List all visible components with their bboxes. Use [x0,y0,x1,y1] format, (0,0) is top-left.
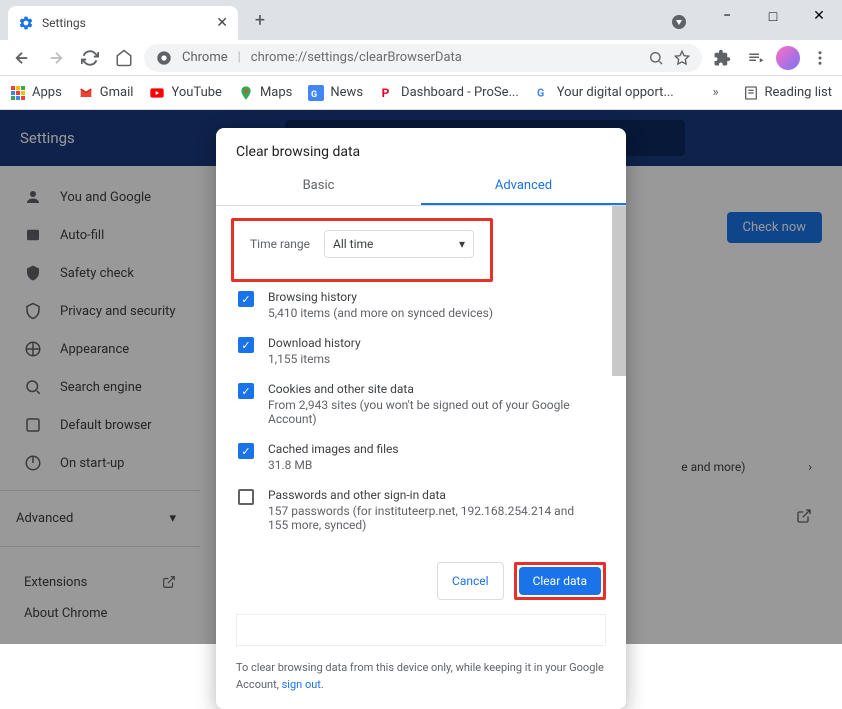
check-title: Passwords and other sign-in data [268,488,596,502]
svg-text:G: G [311,90,317,100]
check-item-0[interactable]: ✓ Browsing history 5,410 items (and more o… [238,282,596,328]
checkbox[interactable]: ✓ [238,291,254,307]
tab-advanced[interactable]: Advanced [421,168,626,205]
star-icon[interactable] [674,50,690,66]
apps-icon [10,85,26,101]
check-subtitle: 1,155 items [268,352,361,366]
clear-browsing-data-dialog: Clear browsing data Basic Advanced Time … [216,128,626,709]
svg-text:G: G [537,86,544,99]
check-title: Download history [268,336,361,350]
profile-avatar[interactable] [776,46,800,70]
menu-button[interactable] [806,44,834,72]
tab-basic[interactable]: Basic [216,168,421,205]
check-item-4[interactable]: Passwords and other sign-in data 157 pass… [238,480,596,540]
reload-button[interactable] [76,44,104,72]
check-title: Cookies and other site data [268,382,596,396]
clear-data-button[interactable]: Clear data [519,567,601,595]
close-window-button[interactable]: ✕ [796,0,842,32]
check-subtitle: From 2,943 sites (you won't be signed ou… [268,398,596,426]
checkbox[interactable]: ✓ [238,383,254,399]
extensions-icon[interactable] [708,44,736,72]
address-bar[interactable]: Chrome | chrome://settings/clearBrowserD… [144,44,702,72]
apps-bookmark[interactable]: Apps [10,85,62,101]
bookmarks-overflow[interactable]: » [712,85,718,100]
dialog-scrollbar[interactable] [612,206,626,376]
reading-list-icon [743,85,759,101]
check-subtitle: 157 passwords (for instituteerp.net, 192… [268,504,596,532]
chrome-icon [156,50,172,66]
check-item-3[interactable]: ✓ Cached images and files 31.8 MB [238,434,596,480]
checkbox[interactable]: ✓ [238,443,254,459]
url-label: Chrome [182,50,228,65]
home-button[interactable] [110,44,138,72]
forward-button[interactable] [42,44,70,72]
sync-box [236,614,606,646]
cancel-button[interactable]: Cancel [437,562,504,600]
google-icon: G [535,85,551,101]
time-range-select[interactable]: All time ▾ [324,230,474,258]
check-item-2[interactable]: ✓ Cookies and other site data From 2,943 s… [238,374,596,434]
reading-list[interactable]: Reading list [743,85,832,101]
tab-title: Settings [42,16,86,30]
maps-bookmark[interactable]: Maps [238,85,292,101]
check-item-1[interactable]: ✓ Download history 1,155 items [238,328,596,374]
new-tab-button[interactable]: + [246,6,274,34]
browser-toolbar: Chrome | chrome://settings/clearBrowserD… [0,40,842,76]
check-subtitle: 31.8 MB [268,458,399,472]
news-bookmark[interactable]: G News [308,85,363,101]
youtube-icon [149,85,165,101]
url-text: chrome://settings/clearBrowserData [251,50,462,65]
gmail-icon [78,85,94,101]
sign-out-link[interactable]: sign out [282,678,321,691]
back-button[interactable] [8,44,36,72]
maximize-button[interactable]: □ [750,0,796,32]
pinterest-icon: P [379,85,395,101]
browser-tab[interactable]: Settings ✕ [8,6,238,40]
checkbox[interactable] [238,489,254,505]
dropdown-icon: ▾ [459,237,465,251]
checkbox[interactable]: ✓ [238,337,254,353]
maps-icon [238,85,254,101]
search-icon[interactable] [648,50,664,66]
check-title: Browsing history [268,290,493,304]
gear-icon [18,15,34,31]
dialog-note: To clear browsing data from this device … [216,660,626,709]
check-title: Cached images and files [268,442,399,456]
time-range-label: Time range [250,237,310,251]
svg-text:P: P [382,86,390,100]
gmail-bookmark[interactable]: Gmail [78,85,134,101]
youtube-bookmark[interactable]: YouTube [149,85,222,101]
dialog-title: Clear browsing data [216,128,626,168]
close-tab-icon[interactable]: ✕ [216,15,228,31]
minimize-button[interactable]: − [704,0,750,32]
news-icon: G [308,85,324,101]
incognito-icon [656,6,702,38]
bookmarks-bar: Apps Gmail YouTube Maps G News P Dashboa… [0,76,842,110]
playlist-icon[interactable] [742,44,770,72]
check-subtitle: 5,410 items (and more on synced devices) [268,306,493,320]
digital-bookmark[interactable]: G Your digital opport... [535,85,674,101]
dashboard-bookmark[interactable]: P Dashboard - ProSe... [379,85,519,101]
